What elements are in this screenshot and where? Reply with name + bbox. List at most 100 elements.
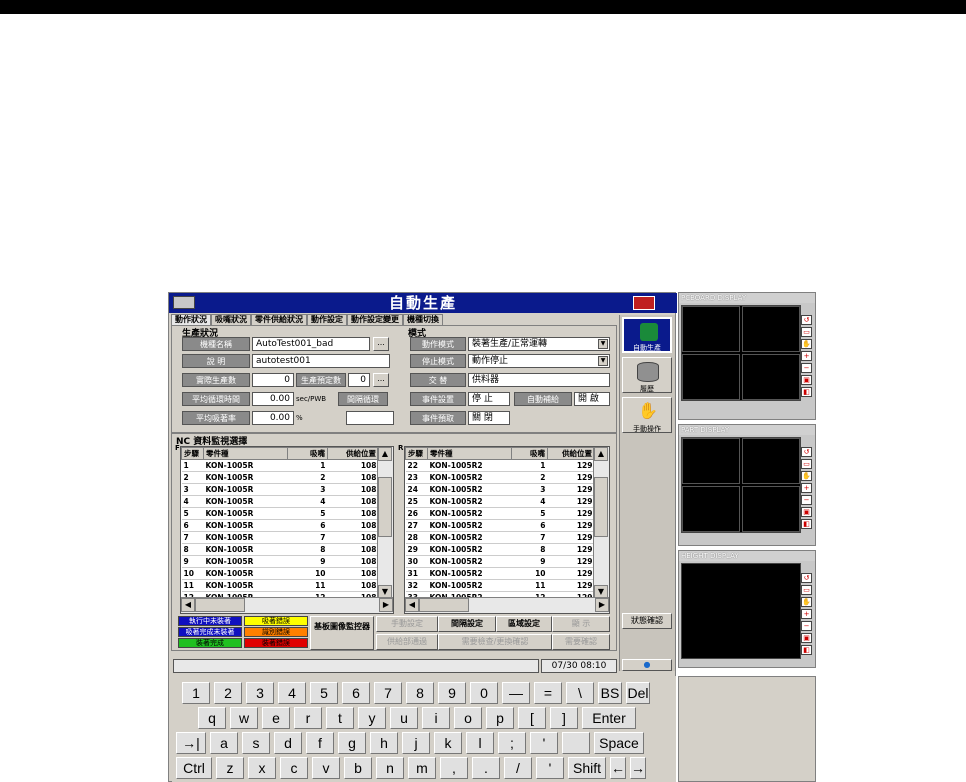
board-monitor-button[interactable]: 基板圖像監控器 xyxy=(310,616,374,650)
undo-icon[interactable]: ↺ xyxy=(801,573,812,583)
table-row[interactable]: 24 KON-1005R2 3 129 xyxy=(405,483,595,496)
key-r4-8[interactable]: , xyxy=(440,757,468,779)
op-mode-select[interactable]: 裝著生產/正常運轉 ▼ xyxy=(468,337,610,351)
key-r2-4[interactable]: t xyxy=(326,707,354,729)
exit-icon[interactable] xyxy=(633,296,655,310)
undo-icon[interactable]: ↺ xyxy=(801,447,812,457)
tab-nozzle[interactable]: 吸嘴狀況 xyxy=(211,314,251,325)
zoom-out-icon[interactable]: − xyxy=(801,621,812,631)
key-r3-7[interactable]: j xyxy=(402,732,430,754)
scroll-up-icon[interactable]: ▲ xyxy=(378,447,392,461)
scroll-right-icon[interactable]: ▶ xyxy=(379,598,393,612)
key-r1-7[interactable]: 8 xyxy=(406,682,434,704)
table-row[interactable]: 25 KON-1005R2 4 129 xyxy=(405,495,595,508)
key-r4-3[interactable]: c xyxy=(280,757,308,779)
key-r1-0[interactable]: 1 xyxy=(182,682,210,704)
image-icon[interactable]: ▭ xyxy=(801,327,812,337)
key-r1-12[interactable]: \ xyxy=(566,682,594,704)
table-row[interactable]: 5 KON-1005R 5 108 xyxy=(181,507,379,520)
key-r4-2[interactable]: x xyxy=(248,757,276,779)
table-row[interactable]: 7 KON-1005R 7 108 xyxy=(181,531,379,544)
table-row[interactable]: 11 KON-1005R 11 108 xyxy=(181,579,379,592)
key-r4-5[interactable]: b xyxy=(344,757,372,779)
confirm-button[interactable]: 需要確認 xyxy=(552,634,610,650)
desc-field[interactable]: autotest001 xyxy=(252,354,390,368)
key-r1-9[interactable]: 0 xyxy=(470,682,498,704)
key-r1-8[interactable]: 9 xyxy=(438,682,466,704)
key-r1-13[interactable]: BS xyxy=(598,682,622,704)
fit-icon[interactable]: ▣ xyxy=(801,633,812,643)
table-row[interactable]: 30 KON-1005R2 9 129 xyxy=(405,555,595,568)
pan-icon[interactable]: ✋ xyxy=(801,339,812,349)
image-icon[interactable]: ▭ xyxy=(801,459,812,469)
key-r1-1[interactable]: 2 xyxy=(214,682,242,704)
key-r4-13[interactable]: ← xyxy=(610,757,626,779)
interval-button[interactable]: 間隔循環 xyxy=(338,392,388,406)
key-r2-6[interactable]: u xyxy=(390,707,418,729)
stop-mode-select[interactable]: 動作停止 ▼ xyxy=(468,354,610,368)
undo-icon[interactable]: ↺ xyxy=(801,315,812,325)
window-icon[interactable]: ◧ xyxy=(801,387,812,397)
zoom-in-icon[interactable]: + xyxy=(801,351,812,361)
table-row[interactable]: 27 KON-1005R2 6 129 xyxy=(405,519,595,532)
key-r2-5[interactable]: y xyxy=(358,707,386,729)
pan-icon[interactable]: ✋ xyxy=(801,597,812,607)
display-button[interactable]: 顯 示 xyxy=(552,616,610,632)
table-row[interactable]: 28 KON-1005R2 7 129 xyxy=(405,531,595,544)
key-r1-10[interactable]: — xyxy=(502,682,530,704)
planned-browse-button[interactable]: ... xyxy=(373,373,389,387)
zoom-out-icon[interactable]: − xyxy=(801,495,812,505)
key-r2-10[interactable]: [ xyxy=(518,707,546,729)
key-r3-2[interactable]: s xyxy=(242,732,270,754)
table-row[interactable]: 10 KON-1005R 10 108 xyxy=(181,567,379,580)
scroll-right-icon[interactable]: ▶ xyxy=(595,598,609,612)
zoom-out-icon[interactable]: − xyxy=(801,363,812,373)
key-r2-8[interactable]: o xyxy=(454,707,482,729)
cycle-check-button[interactable]: 需要檢查/更換確認 xyxy=(438,634,552,650)
table-row[interactable]: 3 KON-1005R 3 108 xyxy=(181,483,379,496)
key-r3-10[interactable]: ; xyxy=(498,732,526,754)
image-icon[interactable]: ▭ xyxy=(801,585,812,595)
auto-production-button[interactable]: 自動生產 xyxy=(622,317,672,353)
key-r3-8[interactable]: k xyxy=(434,732,462,754)
key-r1-6[interactable]: 7 xyxy=(374,682,402,704)
table-row[interactable]: 31 KON-1005R2 10 129 xyxy=(405,567,595,580)
history-button[interactable]: 履歷 xyxy=(622,357,672,393)
table-row[interactable]: 6 KON-1005R 6 108 xyxy=(181,519,379,532)
key-r3-1[interactable]: a xyxy=(210,732,238,754)
key-r3-5[interactable]: g xyxy=(338,732,366,754)
table-row[interactable]: 23 KON-1005R2 2 129 xyxy=(405,471,595,484)
window-icon[interactable]: ◧ xyxy=(801,519,812,529)
key-r3-13[interactable]: Space xyxy=(594,732,644,754)
key-r2-12[interactable]: Enter xyxy=(582,707,636,729)
key-r1-2[interactable]: 3 xyxy=(246,682,274,704)
key-r1-4[interactable]: 5 xyxy=(310,682,338,704)
scroll-up-icon[interactable]: ▲ xyxy=(594,447,608,461)
table-row[interactable]: 29 KON-1005R2 8 129 xyxy=(405,543,595,556)
interval-set-button[interactable]: 間隔設定 xyxy=(438,616,496,632)
table-row[interactable]: 26 KON-1005R2 5 129 xyxy=(405,507,595,520)
feeder-pass-button[interactable]: 供給部通過 xyxy=(376,634,438,650)
key-r3-6[interactable]: h xyxy=(370,732,398,754)
key-r3-4[interactable]: f xyxy=(306,732,334,754)
globe-button[interactable]: ● xyxy=(622,659,672,671)
table-row[interactable]: 4 KON-1005R 4 108 xyxy=(181,495,379,508)
scroll-thumb[interactable] xyxy=(594,477,608,537)
scroll-left-icon[interactable]: ◀ xyxy=(181,598,195,612)
tab-status[interactable]: 動作狀況 xyxy=(171,314,211,325)
fit-icon[interactable]: ▣ xyxy=(801,507,812,517)
chevron-down-icon[interactable]: ▼ xyxy=(598,339,608,349)
key-blank[interactable] xyxy=(562,732,590,754)
left-hscroll[interactable]: ◀ ▶ xyxy=(181,597,393,613)
key-r3-3[interactable]: d xyxy=(274,732,302,754)
fit-icon[interactable]: ▣ xyxy=(801,375,812,385)
key-r4-14[interactable]: → xyxy=(630,757,646,779)
key-r4-9[interactable]: . xyxy=(472,757,500,779)
key-r2-9[interactable]: p xyxy=(486,707,514,729)
model-name-field[interactable]: AutoTest001_bad xyxy=(252,337,370,351)
status-confirm-button[interactable]: 狀態確認 xyxy=(622,613,672,629)
key-r4-7[interactable]: m xyxy=(408,757,436,779)
scroll-left-icon[interactable]: ◀ xyxy=(405,598,419,612)
table-row[interactable]: 1 KON-1005R 1 108 xyxy=(181,459,379,472)
key-r1-11[interactable]: = xyxy=(534,682,562,704)
